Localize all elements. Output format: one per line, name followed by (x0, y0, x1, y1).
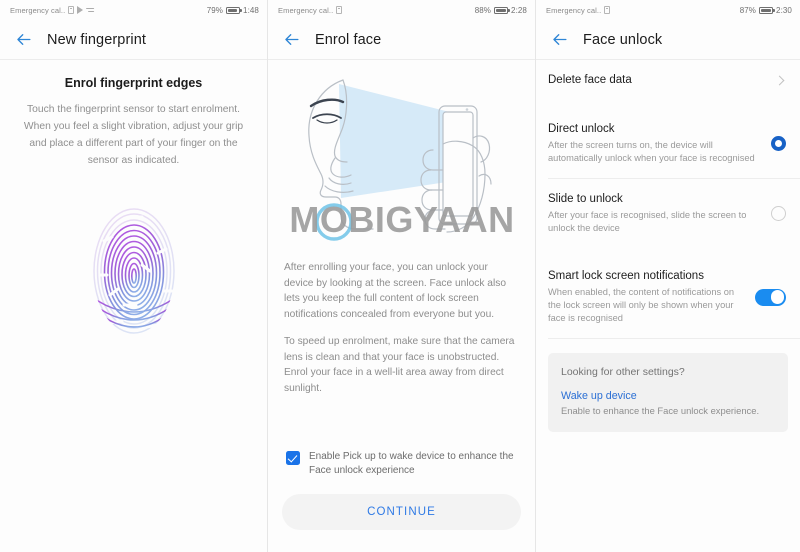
face-scan-illustration: MOBIGYAAN (268, 66, 535, 244)
send-icon (86, 7, 94, 14)
content-heading: Enrol fingerprint edges (64, 76, 203, 90)
face-description-block: After enrolling your face, you can unloc… (268, 244, 535, 396)
other-settings-title: Looking for other settings? (561, 366, 685, 378)
face-paragraph-2: To speed up enrolment, make sure that th… (284, 336, 515, 394)
battery-icon (226, 6, 243, 14)
battery-icon (494, 6, 511, 14)
row-divider (548, 338, 800, 339)
radio-slide-to-unlock[interactable] (771, 206, 786, 221)
back-arrow-icon[interactable] (14, 30, 33, 49)
section-gap (536, 101, 800, 109)
carrier-label: Emergency cal.. (546, 5, 602, 15)
fingerprint-illustration (14, 205, 253, 337)
sim-card-icon (604, 6, 611, 14)
app-bar: Enrol face (268, 20, 535, 60)
toggle-knob (770, 290, 785, 304)
screen-new-fingerprint: Emergency cal.. 79% 1:48 New fingerprint… (0, 0, 268, 552)
settings-list: Delete face data Direct unlock After the… (536, 60, 800, 339)
fingerprint-content: Enrol fingerprint edges Touch the finger… (0, 60, 267, 337)
pickup-to-wake-checkbox[interactable] (286, 451, 300, 465)
list-item-subtitle: When enabled, the content of notificatio… (548, 287, 735, 323)
page-title: New fingerprint (47, 31, 147, 48)
back-arrow-icon[interactable] (550, 30, 569, 49)
list-item-subtitle: After your face is recognised, slide the… (548, 210, 747, 233)
face-paragraph-1: After enrolling your face, you can unloc… (284, 262, 506, 320)
play-icon (77, 6, 84, 14)
list-item-subtitle: After the screen turns on, the device wi… (548, 140, 755, 163)
wake-up-device-link[interactable]: Wake up device (561, 390, 775, 402)
list-item-title: Direct unlock (548, 123, 615, 135)
battery-percent-label: 87% (739, 5, 757, 15)
battery-icon (759, 6, 776, 14)
content-description: Touch the fingerprint sensor to start en… (23, 104, 244, 166)
list-item-direct-unlock[interactable]: Direct unlock After the screen turns on,… (536, 109, 800, 178)
screen-face-unlock: Emergency cal.. 87% 2:30 Face unlock Del… (536, 0, 800, 552)
radio-direct-unlock[interactable] (771, 136, 786, 151)
status-bar: Emergency cal.. 79% 1:48 (0, 0, 267, 20)
screenshot-root: Emergency cal.. 79% 1:48 New fingerprint… (0, 0, 800, 552)
clock-label: 1:48 (243, 5, 259, 15)
continue-button[interactable]: CONTINUE (282, 494, 521, 530)
status-bar: Emergency cal.. 88% 2:28 (268, 0, 535, 20)
clock-label: 2:28 (511, 5, 527, 15)
other-settings-card: Looking for other settings? Wake up devi… (548, 353, 788, 432)
page-title: Face unlock (583, 31, 663, 48)
app-bar: New fingerprint (0, 20, 267, 60)
battery-percent-label: 88% (474, 5, 492, 15)
list-item-title: Smart lock screen notifications (548, 270, 704, 282)
status-bar: Emergency cal.. 87% 2:30 (536, 0, 800, 20)
list-item-title: Delete face data (548, 74, 632, 86)
face-bottom-actions: Enable Pick up to wake device to enhance… (268, 450, 535, 530)
carrier-label: Emergency cal.. (10, 5, 66, 15)
clock-label: 2:30 (776, 5, 792, 15)
app-bar: Face unlock (536, 20, 800, 60)
sim-card-icon (68, 6, 75, 14)
list-item-delete-face-data[interactable]: Delete face data (536, 60, 800, 101)
list-item-title: Slide to unlock (548, 193, 623, 205)
chevron-right-icon (774, 75, 785, 86)
toggle-smart-lock-notifications[interactable] (755, 288, 786, 306)
carrier-label: Emergency cal.. (278, 5, 334, 15)
wake-up-device-description: Enable to enhance the Face unlock experi… (561, 405, 760, 416)
pickup-to-wake-option[interactable]: Enable Pick up to wake device to enhance… (282, 450, 521, 478)
sim-card-icon (336, 6, 343, 14)
list-item-slide-to-unlock[interactable]: Slide to unlock After your face is recog… (536, 179, 800, 248)
section-gap (536, 248, 800, 256)
back-arrow-icon[interactable] (282, 30, 301, 49)
battery-percent-label: 79% (206, 5, 224, 15)
list-item-smart-lock-notifications[interactable]: Smart lock screen notifications When ena… (536, 256, 800, 338)
screen-enrol-face: Emergency cal.. 88% 2:28 Enrol face MOBI… (268, 0, 536, 552)
pickup-to-wake-label: Enable Pick up to wake device to enhance… (309, 451, 514, 476)
page-title: Enrol face (315, 31, 382, 48)
